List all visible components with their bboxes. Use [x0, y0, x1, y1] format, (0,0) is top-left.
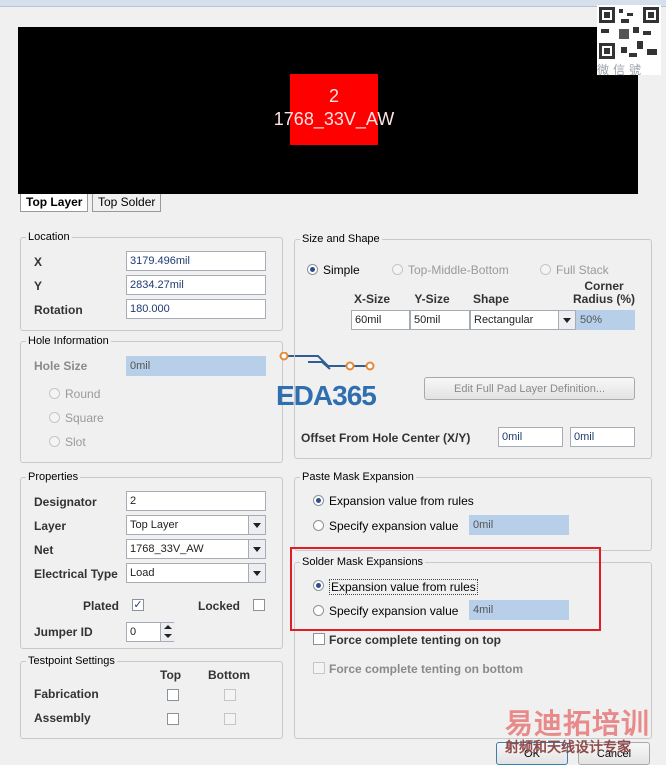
locked-checkbox[interactable] [253, 599, 265, 611]
paste-mask-rules-radio[interactable] [313, 495, 324, 506]
chevron-down-icon[interactable] [558, 311, 575, 329]
testpoint-bottom-header: Bottom [208, 668, 250, 682]
electrical-type-select[interactable]: Load [126, 563, 266, 583]
paste-mask-rules-label: Expansion value from rules [329, 494, 474, 508]
pad-net-label: 1768_33V_AW [273, 109, 395, 129]
testpoint-settings-title: Testpoint Settings [26, 655, 117, 668]
designator-input[interactable]: 2 [126, 491, 266, 511]
qr-code-watermark: 微信號 [597, 5, 661, 77]
chevron-down-icon[interactable] [248, 540, 265, 558]
paste-mask-specify-label: Specify expansion value [329, 519, 459, 533]
window-top-border [0, 0, 666, 7]
slot-label: Slot [65, 435, 86, 449]
assembly-label: Assembly [34, 711, 91, 725]
fabrication-bottom-checkbox[interactable] [224, 689, 236, 701]
tent-top-checkbox[interactable] [313, 633, 325, 645]
tab-top-solder[interactable]: Top Solder [92, 194, 162, 212]
plated-label: Plated [83, 599, 120, 613]
full-stack-label: Full Stack [556, 263, 609, 277]
x-size-input[interactable]: 60mil [351, 310, 410, 330]
qr-code-icon [599, 7, 659, 59]
shape-header: Shape [472, 292, 509, 306]
qr-caption: 微信號 [597, 63, 646, 77]
brand-watermark: 易迪拓培训 [505, 708, 651, 739]
corner-radius-input[interactable]: 50% [576, 310, 635, 330]
y-input[interactable]: 2834.27mil [126, 275, 266, 295]
electrical-type-label: Electrical Type [34, 567, 118, 581]
size-and-shape-title: Size and Shape [300, 233, 382, 246]
offset-x-input[interactable]: 0mil [498, 427, 563, 447]
hole-size-input[interactable]: 0mil [126, 356, 266, 376]
location-group: Location X 3179.496mil Y 2834.27mil Rota… [20, 231, 283, 331]
corner-radius-header: Corner Radius (%) [573, 279, 636, 306]
testpoint-top-header: Top [160, 668, 182, 682]
pad-number: 2 [328, 86, 339, 106]
square-label: Square [65, 411, 104, 425]
rotation-input[interactable]: 180.000 [126, 299, 266, 319]
shape-select[interactable]: Rectangular [470, 310, 576, 330]
hole-information-title: Hole Information [26, 335, 111, 348]
tent-bottom-checkbox[interactable] [313, 662, 325, 674]
hole-size-label: Hole Size [34, 359, 88, 373]
offset-from-hole-center-label: Offset From Hole Center (X/Y) [301, 431, 471, 445]
net-select[interactable]: 1768_33V_AW [126, 539, 266, 559]
chevron-down-icon[interactable] [248, 564, 265, 582]
paste-mask-title: Paste Mask Expansion [300, 471, 416, 484]
jumper-id-label: Jumper ID [34, 625, 93, 639]
net-value: 1768_33V_AW [130, 543, 204, 555]
jumper-id-spinner[interactable] [160, 623, 175, 641]
x-size-header: X-Size [353, 292, 390, 306]
simple-radio[interactable] [307, 264, 318, 275]
top-middle-bottom-radio[interactable] [392, 264, 403, 275]
round-radio[interactable] [49, 388, 60, 399]
solder-mask-highlight-box [290, 547, 601, 631]
fabrication-top-checkbox[interactable] [167, 689, 179, 701]
layer-select[interactable]: Top Layer [126, 515, 266, 535]
x-label: X [34, 255, 43, 269]
fabrication-label: Fabrication [34, 687, 99, 701]
spin-up-icon[interactable] [164, 625, 172, 629]
x-input[interactable]: 3179.496mil [126, 251, 266, 271]
simple-label: Simple [323, 263, 360, 277]
properties-group: Properties Designator 2 Layer Top Layer … [20, 471, 283, 649]
offset-y-input[interactable]: 0mil [570, 427, 635, 447]
paste-mask-specify-radio[interactable] [313, 520, 324, 531]
checkmark-icon: ✓ [133, 599, 143, 611]
shape-value: Rectangular [474, 314, 534, 326]
rotation-label: Rotation [34, 303, 83, 317]
tent-bottom-label: Force complete tenting on bottom [329, 662, 523, 676]
round-label: Round [65, 387, 101, 401]
paste-mask-expansion-group: Paste Mask Expansion Expansion value fro… [294, 471, 652, 551]
location-title: Location [26, 231, 72, 244]
pad-shape: 2 1768_33V_AW [274, 74, 394, 145]
assembly-bottom-checkbox[interactable] [224, 713, 236, 725]
properties-title: Properties [26, 471, 81, 484]
electrical-type-value: Load [130, 567, 155, 579]
y-label: Y [34, 279, 43, 293]
tab-top-layer[interactable]: Top Layer [20, 194, 89, 212]
size-and-shape-group: Size and Shape Simple Top-Middle-Bottom … [294, 233, 652, 459]
tent-top-label: Force complete tenting on top [329, 633, 502, 647]
full-stack-radio[interactable] [540, 264, 551, 275]
square-radio[interactable] [49, 412, 60, 423]
hole-information-group: Hole Information Hole Size 0mil Round Sq… [20, 335, 283, 463]
edit-full-pad-layer-button[interactable]: Edit Full Pad Layer Definition... [424, 377, 635, 400]
y-size-input[interactable]: 50mil [410, 310, 470, 330]
designator-label: Designator [34, 495, 97, 509]
y-size-header: Y-Size [414, 292, 450, 306]
testpoint-settings-group: Testpoint Settings Top Bottom Fabricatio… [20, 655, 283, 739]
assembly-top-checkbox[interactable] [167, 713, 179, 725]
plated-checkbox[interactable]: ✓ [132, 599, 144, 611]
brand-watermark-subtitle: 射频和天线设计专家 [505, 739, 631, 755]
top-middle-bottom-label: Top-Middle-Bottom [408, 263, 509, 277]
locked-label: Locked [198, 599, 241, 613]
spin-down-icon[interactable] [164, 634, 172, 638]
paste-mask-value-input[interactable]: 0mil [469, 515, 569, 535]
layer-value: Top Layer [130, 519, 179, 531]
net-label: Net [34, 543, 54, 557]
pad-preview: 2 1768_33V_AW [18, 27, 638, 194]
slot-radio[interactable] [49, 436, 60, 447]
chevron-down-icon[interactable] [248, 516, 265, 534]
layer-label: Layer [34, 519, 67, 533]
